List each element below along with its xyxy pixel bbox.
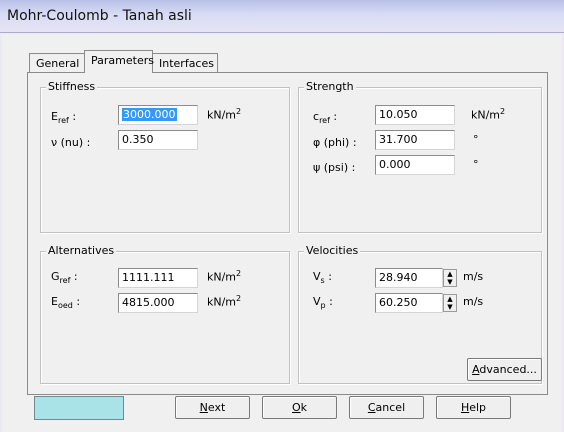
nu-input[interactable]: 0.350 <box>118 130 198 150</box>
eref-unit: kN/m2 <box>207 107 242 122</box>
strength-group: Strength cref : 10.050 kN/m2 φ (phi) : 3… <box>298 80 542 233</box>
spin-up-icon[interactable]: ▲ <box>447 270 452 278</box>
eoed-label: Eoed : <box>51 295 81 311</box>
vp-unit: m/s <box>463 295 484 308</box>
psi-unit: ° <box>473 158 479 171</box>
material-color-swatch[interactable] <box>34 396 124 420</box>
gref-label: Gref : <box>51 270 78 286</box>
psi-input[interactable]: 0.000 <box>375 155 455 175</box>
phi-input[interactable]: 31.700 <box>375 130 455 150</box>
ok-button[interactable]: Ok <box>262 396 337 419</box>
title-bar[interactable]: Mohr-Coulomb - Tanah asli <box>0 0 564 33</box>
stiffness-title: Stiffness <box>46 80 98 93</box>
gref-input[interactable]: 1111.111 <box>118 268 198 288</box>
advanced-button[interactable]: Advanced... <box>467 358 542 381</box>
eoed-input[interactable]: 4815.000 <box>118 293 198 313</box>
dialog-body: General Parameters Interfaces Stiffness … <box>2 34 562 432</box>
tab-general[interactable]: General <box>29 53 85 72</box>
tab-interfaces[interactable]: Interfaces <box>152 53 218 72</box>
phi-label: φ (phi) : <box>313 136 357 149</box>
cref-input[interactable]: 10.050 <box>375 105 455 125</box>
eref-label: Eref : <box>51 110 77 126</box>
spin-down-icon[interactable]: ▼ <box>447 303 452 311</box>
vs-unit: m/s <box>463 270 484 283</box>
spin-up-icon[interactable]: ▲ <box>447 295 452 303</box>
window-title: Mohr-Coulomb - Tanah asli <box>7 8 192 24</box>
nu-label: ν (nu) : <box>51 136 91 149</box>
strength-title: Strength <box>304 80 356 93</box>
help-button[interactable]: Help <box>436 396 511 419</box>
gref-unit: kN/m2 <box>207 269 242 284</box>
vs-input[interactable]: 28.940 <box>375 268 443 288</box>
cref-label: cref : <box>313 110 338 126</box>
alternatives-group: Alternatives Gref : 1111.111 kN/m2 Eoed … <box>40 244 290 384</box>
cancel-button[interactable]: Cancel <box>349 396 424 419</box>
spin-down-icon[interactable]: ▼ <box>447 278 452 286</box>
vp-label: Vp : <box>313 295 333 311</box>
tab-parameters[interactable]: Parameters <box>84 50 154 73</box>
velocities-title: Velocities <box>304 244 361 257</box>
stiffness-group: Stiffness Eref : 3000.000 kN/m2 ν (nu) :… <box>40 80 290 233</box>
vp-spinner[interactable]: ▲ ▼ <box>443 294 457 312</box>
vp-input[interactable]: 60.250 <box>375 293 443 313</box>
next-button[interactable]: Next <box>175 396 250 419</box>
cref-unit: kN/m2 <box>471 107 506 122</box>
parameters-panel: Stiffness Eref : 3000.000 kN/m2 ν (nu) :… <box>27 72 548 395</box>
vs-spinner[interactable]: ▲ ▼ <box>443 269 457 287</box>
eoed-unit: kN/m2 <box>207 294 242 309</box>
eref-input[interactable]: 3000.000 <box>118 105 198 125</box>
alternatives-title: Alternatives <box>46 244 117 257</box>
phi-unit: ° <box>473 133 479 146</box>
psi-label: ψ (psi) : <box>313 161 356 174</box>
vs-label: Vs : <box>313 270 332 286</box>
